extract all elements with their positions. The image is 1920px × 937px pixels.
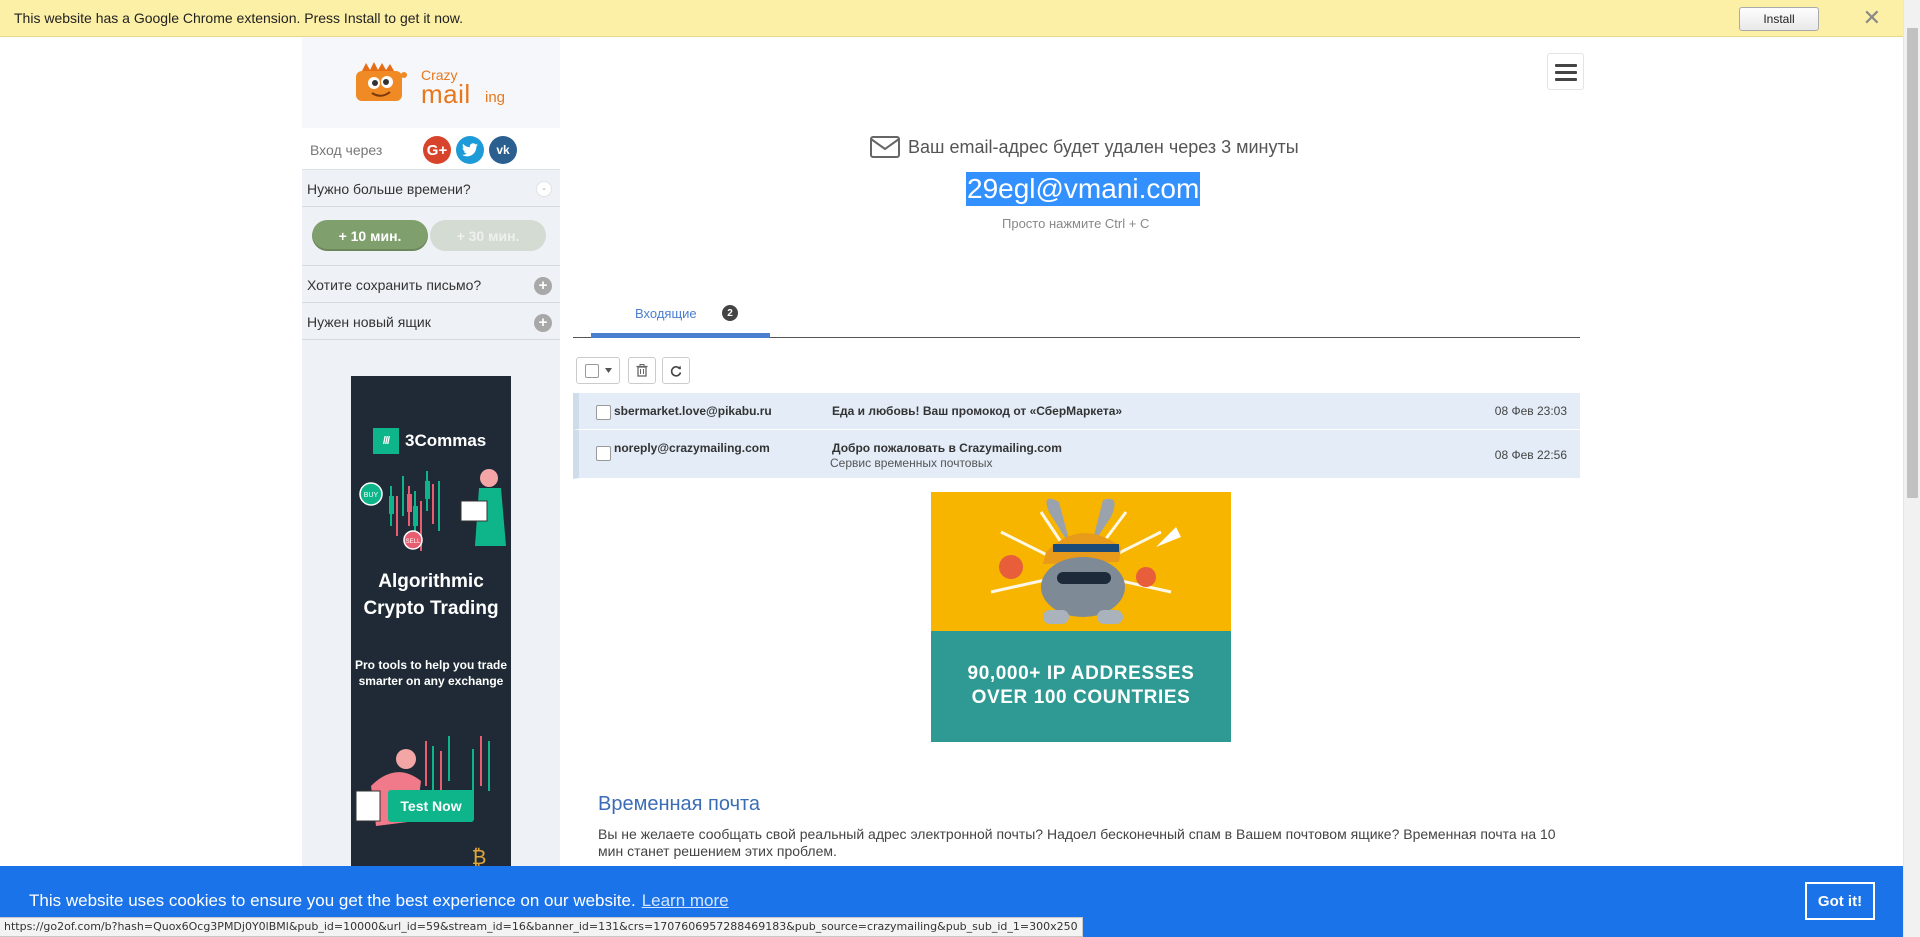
delete-button[interactable] xyxy=(628,357,656,384)
mail-sender: sbermarket.love@pikabu.ru xyxy=(614,404,772,418)
ad-subtitle: Pro tools to help you trade smarter on a… xyxy=(354,658,507,688)
sidebar: Crazy mail ing Вход через G+ vk Нужно бо… xyxy=(302,37,560,867)
add-10-min-button[interactable]: + 10 мин. xyxy=(312,220,428,251)
logo-word-ing: ing xyxy=(485,89,506,106)
ad-brand-logo: /// 3Commas xyxy=(373,428,486,454)
ad-illustration-area xyxy=(931,492,1231,631)
ad-title: Algorithmic Crypto Trading xyxy=(363,571,499,619)
ad-line-1: 90,000+ IP ADDRESSES xyxy=(967,663,1195,684)
copy-hint-text: Просто нажмите Ctrl + C xyxy=(1002,216,1150,231)
mail-row[interactable]: sbermarket.love@pikabu.ru Еда и любовь! … xyxy=(573,393,1580,430)
mail-preview: Сервис временных почтовых xyxy=(830,456,993,470)
extension-bar: This website has a Google Chrome extensi… xyxy=(0,0,1903,37)
new-box-row[interactable]: Нужен новый ящик + xyxy=(302,303,560,340)
page-scrollbar[interactable] xyxy=(1903,0,1920,937)
mail-subject: Еда и любовь! Ваш промокод от «СберМарке… xyxy=(832,404,1123,418)
rabbit-mascot-illustration xyxy=(990,498,1181,624)
mail-subject: Добро пожаловать в Crazymailing.com xyxy=(832,441,1062,455)
add-30-min-button[interactable]: + 30 мин. xyxy=(430,220,546,251)
hamburger-menu-icon[interactable] xyxy=(1547,53,1584,90)
trash-icon xyxy=(636,364,648,377)
time-buttons: + 10 мин. + 30 мин. xyxy=(302,207,560,266)
tab-inbox-label: Входящие xyxy=(635,306,697,321)
ad-brand-mark: /// xyxy=(373,428,399,454)
login-label: Вход через xyxy=(310,142,383,158)
refresh-button[interactable] xyxy=(662,357,690,384)
mail-sender: noreply@crazymailing.com xyxy=(614,441,770,455)
sell-badge: SELL xyxy=(406,539,421,545)
cookie-message: This website uses cookies to ensure you … xyxy=(29,891,729,911)
mail-checkbox[interactable] xyxy=(596,405,611,420)
trader-illustration xyxy=(355,736,490,826)
ad-line-2: OVER 100 COUNTRIES xyxy=(971,687,1191,708)
save-letter-row[interactable]: Хотите сохранить письмо? + xyxy=(302,266,560,303)
install-button[interactable]: Install xyxy=(1739,7,1819,31)
bitcoin-icon: ₿ xyxy=(472,846,487,867)
candlestick-chart-illustration: BUY SELL xyxy=(359,469,506,551)
close-icon[interactable]: ✕ xyxy=(1863,6,1881,30)
collapse-icon[interactable]: - xyxy=(536,181,552,197)
mail-date: 08 Фев 23:03 xyxy=(1494,404,1567,418)
caret-down-icon xyxy=(604,368,612,373)
mail-row[interactable]: noreply@crazymailing.com Добро пожаловат… xyxy=(573,430,1580,479)
cookie-text: This website uses cookies to ensure you … xyxy=(29,891,636,910)
mail-checkbox[interactable] xyxy=(596,446,611,461)
buy-badge: BUY xyxy=(364,492,379,499)
expand-icon[interactable]: + xyxy=(534,314,552,332)
lifetime-text: Ваш email-адрес будет удален через 3 мин… xyxy=(908,136,1299,157)
social-login-row: Вход через G+ vk xyxy=(302,128,560,170)
mailbox-tabs: Входящие 2 xyxy=(573,296,1580,338)
new-box-label: Нужен новый ящик xyxy=(307,314,431,330)
sidebar-ad-banner[interactable]: /// 3Commas BUY SELL Algorithmic Crypto … xyxy=(351,376,511,867)
center-ad-banner[interactable]: 90,000+ IP ADDRESSES OVER 100 COUNTRIES xyxy=(931,492,1231,742)
ad-brand-name: 3Commas xyxy=(405,431,487,450)
mascot-logo-icon xyxy=(356,62,407,101)
more-time-row[interactable]: Нужно больше времени? - xyxy=(302,170,560,207)
scrollbar-thumb[interactable] xyxy=(1907,28,1918,498)
vk-icon[interactable]: vk xyxy=(489,136,517,164)
select-all-dropdown[interactable] xyxy=(576,357,620,384)
mail-date: 08 Фев 22:56 xyxy=(1494,448,1567,462)
about-text: Вы не желаете сообщать свой реальный адр… xyxy=(598,826,1556,859)
logo-word-mail: mail xyxy=(421,79,471,109)
tab-inbox[interactable]: Входящие 2 xyxy=(591,296,770,338)
mail-list: sbermarket.love@pikabu.ru Еда и любовь! … xyxy=(573,393,1580,479)
extension-message: This website has a Google Chrome extensi… xyxy=(14,10,464,26)
select-all-checkbox[interactable] xyxy=(584,363,599,378)
learn-more-link[interactable]: Learn more xyxy=(642,891,729,910)
email-address[interactable]: 29egl@vmani.com xyxy=(966,172,1201,206)
envelope-icon xyxy=(870,136,900,158)
ad-test-now-button[interactable]: Test Now xyxy=(388,790,474,822)
lifetime-notice: Ваш email-адрес будет удален через 3 мин… xyxy=(870,136,1299,158)
unread-count-badge: 2 xyxy=(722,305,738,321)
google-plus-icon[interactable]: G+ xyxy=(423,136,451,164)
logo[interactable]: Crazy mail ing xyxy=(302,37,560,128)
save-letter-label: Хотите сохранить письмо? xyxy=(307,277,482,293)
more-time-label: Нужно больше времени? xyxy=(307,181,471,197)
refresh-icon xyxy=(670,365,682,377)
about-title: Временная почта xyxy=(598,793,761,815)
status-bar-url: https://go2of.com/b?hash=Quox6Ocg3PMDj0Y… xyxy=(0,917,1083,937)
cookie-accept-button[interactable]: Got it! xyxy=(1805,882,1875,920)
svg-text:₿: ₿ xyxy=(472,846,487,867)
expand-icon[interactable]: + xyxy=(534,277,552,295)
twitter-icon[interactable] xyxy=(456,136,484,164)
